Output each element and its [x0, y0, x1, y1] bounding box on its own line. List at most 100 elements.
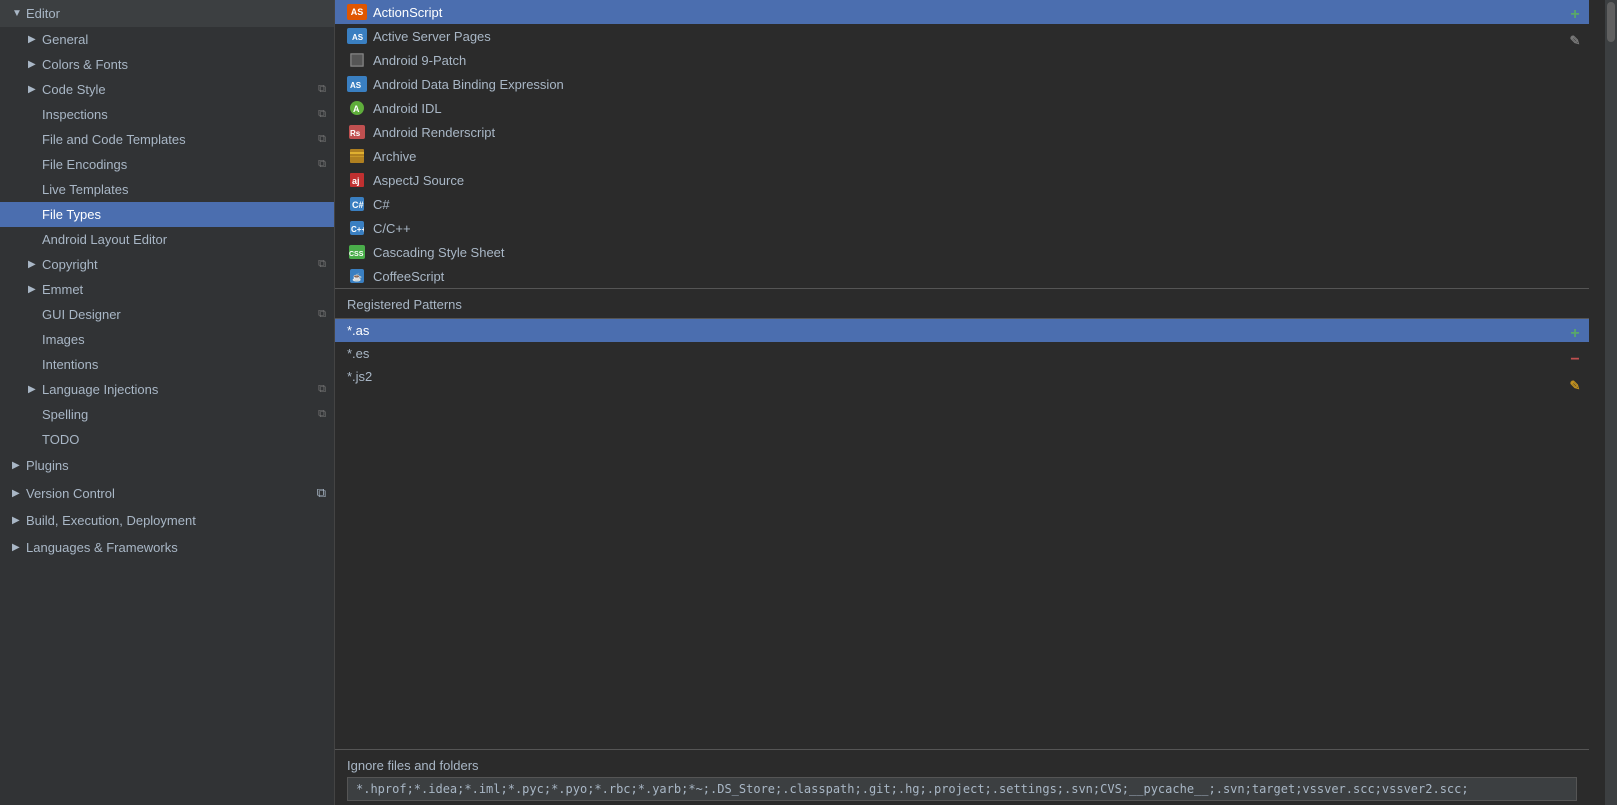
languages-label: Languages & Frameworks — [26, 540, 178, 555]
scrollbar[interactable] — [1605, 0, 1617, 805]
sidebar-item-file-code-templates[interactable]: File and Code Templates ⧉ — [0, 127, 334, 152]
aspectj-label: AspectJ Source — [373, 173, 464, 188]
add-pattern-button[interactable]: + — [1564, 323, 1586, 345]
sidebar-item-gui-designer[interactable]: GUI Designer ⧉ — [0, 302, 334, 327]
ignore-files-input[interactable] — [347, 777, 1577, 801]
cpp-icon: C++ — [347, 220, 367, 236]
file-type-csharp[interactable]: C# C# — [335, 192, 1589, 216]
general-label: General — [42, 32, 88, 47]
androididl-label: Android IDL — [373, 101, 442, 116]
build-label: Build, Execution, Deployment — [26, 513, 196, 528]
scrollbar-thumb — [1607, 2, 1615, 42]
renderscript-icon: Rs — [347, 124, 367, 140]
asp-icon: AS — [347, 28, 367, 44]
svg-text:Rs: Rs — [350, 129, 361, 138]
csharp-label: C# — [373, 197, 390, 212]
sidebar-item-intentions[interactable]: Intentions — [0, 352, 334, 377]
sidebar-item-emmet[interactable]: Emmet — [0, 277, 334, 302]
li-copy-icon: ⧉ — [318, 383, 326, 396]
sidebar-item-inspections[interactable]: Inspections ⧉ — [0, 102, 334, 127]
file-types-list[interactable]: AS ActionScript AS Active Server Pages A… — [335, 0, 1589, 289]
inspections-copy-icon: ⧉ — [318, 108, 326, 121]
images-label: Images — [42, 332, 85, 347]
sidebar-group-editor[interactable]: Editor — [0, 0, 334, 27]
file-code-templates-label: File and Code Templates — [42, 132, 186, 147]
sidebar-item-code-style[interactable]: Code Style ⧉ — [0, 77, 334, 102]
csharp-icon: C# — [347, 196, 367, 212]
pattern-es[interactable]: *.es — [335, 342, 1589, 365]
pattern-es-label: *.es — [347, 346, 369, 361]
archive-label: Archive — [373, 149, 416, 164]
svg-text:☕: ☕ — [352, 272, 362, 282]
patterns-list: *.as *.es *.js2 + − ✎ — [335, 319, 1589, 439]
svg-text:aj: aj — [352, 176, 360, 186]
sidebar-item-file-types[interactable]: File Types — [0, 202, 334, 227]
file-type-asp[interactable]: AS Active Server Pages — [335, 24, 1589, 48]
li-arrow — [28, 384, 42, 395]
edit-file-type-button[interactable]: ✎ — [1564, 30, 1586, 52]
asp-label: Active Server Pages — [373, 29, 491, 44]
file-type-cpp[interactable]: C++ C/C++ — [335, 216, 1589, 240]
sidebar-group-plugins[interactable]: Plugins — [0, 452, 334, 479]
sidebar-item-images[interactable]: Images — [0, 327, 334, 352]
add-file-type-button[interactable]: + — [1564, 4, 1586, 26]
file-type-css[interactable]: CSS Cascading Style Sheet — [335, 240, 1589, 264]
edit-pattern-button[interactable]: ✎ — [1564, 375, 1586, 397]
vc-copy-icon: ⧉ — [317, 485, 326, 501]
sidebar-item-copyright[interactable]: Copyright ⧉ — [0, 252, 334, 277]
spelling-label: Spelling — [42, 407, 88, 422]
svg-text:AS: AS — [352, 33, 364, 42]
remove-pattern-button[interactable]: − — [1564, 349, 1586, 371]
sidebar-item-general[interactable]: General — [0, 27, 334, 52]
colors-arrow — [28, 59, 42, 70]
file-type-renderscript[interactable]: Rs Android Renderscript — [335, 120, 1589, 144]
sidebar-group-build[interactable]: Build, Execution, Deployment — [0, 507, 334, 534]
editor-arrow — [12, 8, 26, 19]
file-type-actionscript[interactable]: AS ActionScript — [335, 0, 1589, 24]
file-type-coffeescript[interactable]: ☕ CoffeeScript — [335, 264, 1589, 288]
file-type-android9patch[interactable]: Android 9-Patch — [335, 48, 1589, 72]
file-type-aspectj[interactable]: aj AspectJ Source — [335, 168, 1589, 192]
coffeescript-icon: ☕ — [347, 268, 367, 284]
sidebar-item-spelling[interactable]: Spelling ⧉ — [0, 402, 334, 427]
sidebar-item-android-layout[interactable]: Android Layout Editor — [0, 227, 334, 252]
gui-copy-icon: ⧉ — [318, 308, 326, 321]
gui-designer-label: GUI Designer — [42, 307, 121, 322]
databinding-icon: AS — [347, 76, 367, 92]
sidebar: Editor General Colors & Fonts Code Style… — [0, 0, 335, 805]
actionscript-label: ActionScript — [373, 5, 442, 20]
databinding-label: Android Data Binding Expression — [373, 77, 564, 92]
sidebar-item-live-templates[interactable]: Live Templates — [0, 177, 334, 202]
file-type-androididl[interactable]: A Android IDL — [335, 96, 1589, 120]
android9-label: Android 9-Patch — [373, 53, 466, 68]
coffeescript-label: CoffeeScript — [373, 269, 444, 284]
css-label: Cascading Style Sheet — [373, 245, 505, 260]
sidebar-item-file-encodings[interactable]: File Encodings ⧉ — [0, 152, 334, 177]
sidebar-item-language-injections[interactable]: Language Injections ⧉ — [0, 377, 334, 402]
vc-label: Version Control — [26, 486, 115, 501]
pattern-js2[interactable]: *.js2 — [335, 365, 1589, 388]
androididl-icon: A — [347, 100, 367, 116]
todo-label: TODO — [42, 432, 79, 447]
sidebar-item-todo[interactable]: TODO — [0, 427, 334, 452]
pattern-js2-label: *.js2 — [347, 369, 372, 384]
pattern-as-label: *.as — [347, 323, 369, 338]
file-types-label: File Types — [42, 207, 101, 222]
pattern-as[interactable]: *.as — [335, 319, 1589, 342]
sidebar-item-colors-fonts[interactable]: Colors & Fonts — [0, 52, 334, 77]
sidebar-group-version-control[interactable]: Version Control ⧉ — [0, 479, 334, 507]
colors-label: Colors & Fonts — [42, 57, 128, 72]
emmet-arrow — [28, 284, 42, 295]
file-encodings-label: File Encodings — [42, 157, 127, 172]
aspectj-icon: aj — [347, 172, 367, 188]
actionscript-icon: AS — [347, 4, 367, 20]
fe-copy-icon: ⧉ — [318, 158, 326, 171]
ignore-files-label: Ignore files and folders — [347, 758, 1577, 773]
live-templates-label: Live Templates — [42, 182, 128, 197]
renderscript-label: Android Renderscript — [373, 125, 495, 140]
file-type-databinding[interactable]: AS Android Data Binding Expression — [335, 72, 1589, 96]
plugins-arrow — [12, 460, 26, 471]
android9-icon — [347, 52, 367, 68]
file-type-archive[interactable]: Archive — [335, 144, 1589, 168]
sidebar-group-languages[interactable]: Languages & Frameworks — [0, 534, 334, 561]
